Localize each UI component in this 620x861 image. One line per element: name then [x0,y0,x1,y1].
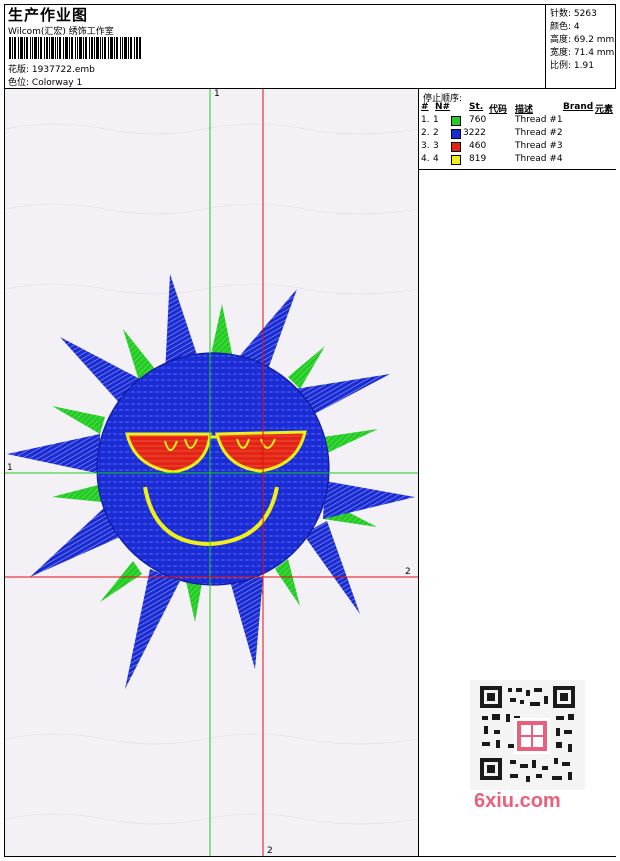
sun-face [97,353,329,585]
col-brand: Brand [563,102,594,112]
row-stitches: 819 [469,154,487,164]
row-stitches: 3222 [463,128,486,138]
thread-row[interactable]: 2. 2 3222 Thread #2 [421,128,611,140]
col-element: 元素 [595,105,614,115]
stat-width: 宽度: 71.4 mm [550,48,615,58]
thread-row[interactable]: 1. 1 760 Thread #1 [421,115,611,127]
color-swatch [451,142,461,152]
axis-label-green-top: 1 [214,89,220,99]
thread-table-divider [419,169,616,170]
qr-code [470,680,585,790]
row-stitches: 460 [469,141,487,151]
design-file-info: 花版: 1937722.emb [8,62,95,75]
design-value: 1937722.emb [31,65,95,75]
colorway-value: Colorway 1 [31,78,83,88]
thread-row[interactable]: 3. 3 460 Thread #3 [421,141,611,153]
company-name: Wilcom(汇宏) 绣饰工作室 [8,27,114,37]
row-num: 3. [421,141,430,151]
sun-design [5,89,418,856]
stat-ratio: 比例: 1.91 [550,61,594,71]
col-st: St. [469,102,484,112]
axis-label-green-left: 1 [7,463,13,473]
design-label: 花版: [8,65,30,75]
row-n: 2 [433,128,439,138]
axis-label-red-right: 2 [405,567,411,577]
row-n: 4 [433,154,439,164]
col-n: N# [435,102,451,112]
row-desc: Thread #3 [515,141,563,151]
stat-height: 高度: 69.2 mm [550,35,615,45]
row-desc: Thread #2 [515,128,563,138]
row-desc: Thread #4 [515,154,563,164]
colorway-label: 色位: [8,78,30,88]
row-num: 4. [421,154,430,164]
col-num: # [421,102,429,112]
design-canvas[interactable]: 1 1 2 2 [5,89,418,856]
row-num: 1. [421,115,430,125]
stat-colors: 颜色: 4 [550,22,580,32]
row-n: 3 [433,141,439,151]
page-title: 生产作业图 [8,6,89,24]
color-swatch [451,129,461,139]
row-desc: Thread #1 [515,115,563,125]
row-stitches: 760 [469,115,487,125]
watermark-brand[interactable]: 6xiu.com [474,790,561,813]
axis-label-red-bottom: 2 [267,846,273,856]
col-desc: 描述 [515,105,534,115]
thread-row[interactable]: 4. 4 819 Thread #4 [421,154,611,166]
stat-stitches: 针数: 5263 [550,9,597,19]
barcode [9,37,141,59]
row-n: 1 [433,115,439,125]
stats-panel: 针数: 5263 颜色: 4 高度: 69.2 mm 宽度: 71.4 mm 比… [545,4,616,88]
color-swatch [451,116,461,126]
row-num: 2. [421,128,430,138]
colorway-info: 色位: Colorway 1 [8,75,82,88]
color-swatch [451,155,461,165]
col-code: 代码 [489,105,508,115]
